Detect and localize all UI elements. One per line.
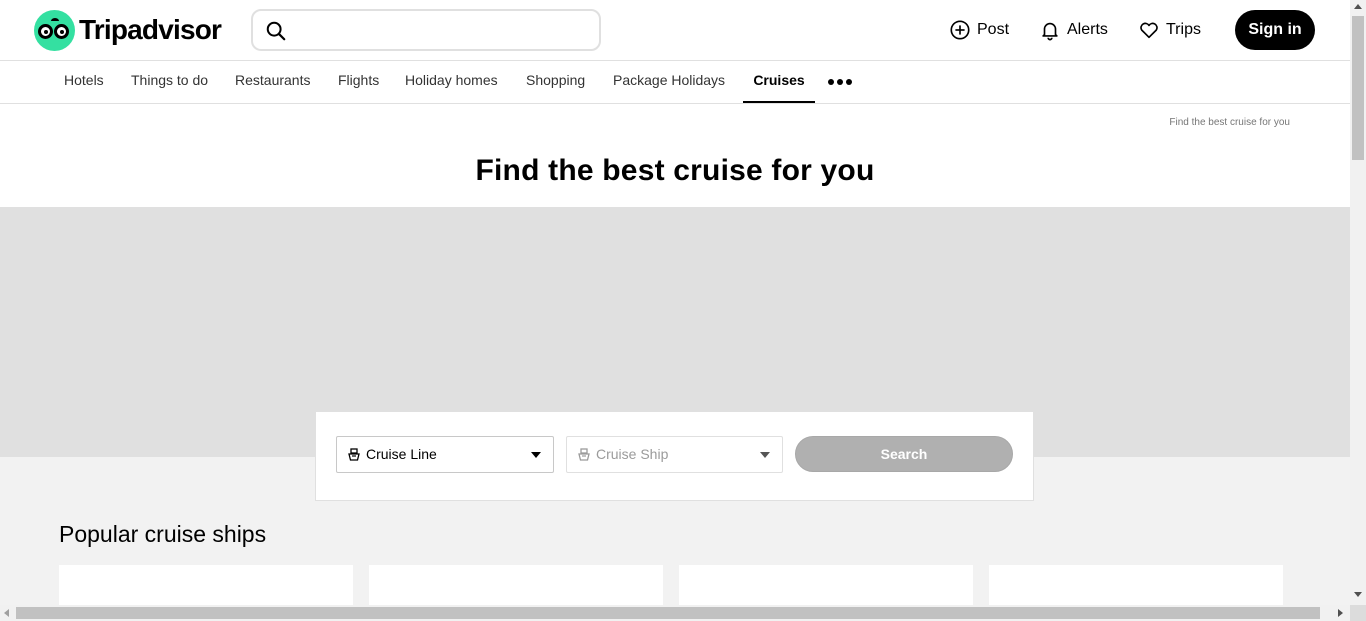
cruise-ship-card[interactable] — [59, 565, 353, 605]
alerts-label: Alerts — [1067, 21, 1108, 38]
cruise-search-card: Cruise Line Cruise Ship Search — [315, 411, 1034, 501]
vertical-scroll-thumb[interactable] — [1352, 16, 1364, 160]
post-button[interactable]: Post — [949, 18, 1009, 42]
more-options-icon[interactable] — [828, 79, 852, 85]
cruise-ship-label: Cruise Ship — [596, 446, 669, 462]
ship-icon — [578, 448, 590, 461]
search-button[interactable]: Search — [795, 436, 1013, 472]
cruise-line-label: Cruise Line — [366, 446, 437, 462]
chevron-down-icon — [760, 452, 770, 458]
top-header: Tripadvisor Post Alerts Trips Sign in — [0, 0, 1350, 61]
post-label: Post — [977, 21, 1010, 38]
cruise-ship-card[interactable] — [679, 565, 973, 605]
category-nav: Hotels Things to do Restaurants Flights … — [0, 61, 1350, 104]
cruise-ship-card[interactable] — [989, 565, 1283, 605]
cruise-ship-select[interactable]: Cruise Ship — [566, 436, 783, 473]
search-input[interactable] — [297, 17, 587, 43]
heart-icon — [1140, 22, 1158, 39]
scroll-left-arrow-icon[interactable] — [4, 609, 9, 617]
logo-text: Tripadvisor — [79, 14, 222, 45]
scroll-up-arrow-icon[interactable] — [1354, 4, 1362, 9]
trips-label: Trips — [1166, 21, 1201, 38]
sign-in-button[interactable]: Sign in — [1235, 10, 1315, 50]
cruise-ship-card[interactable] — [369, 565, 663, 605]
page-title: Find the best cruise for you — [475, 154, 875, 187]
title-section: Find the best cruise for you Find the be… — [0, 104, 1350, 207]
nav-item-things-to-do[interactable]: Things to do — [131, 61, 208, 103]
horizontal-scroll-thumb[interactable] — [16, 607, 1320, 619]
alerts-button[interactable]: Alerts — [1039, 18, 1108, 42]
bell-icon — [1042, 22, 1058, 41]
breadcrumb[interactable]: Find the best cruise for you — [1169, 117, 1290, 128]
tripadvisor-logo[interactable]: Tripadvisor — [34, 9, 222, 51]
trips-button[interactable]: Trips — [1138, 18, 1201, 42]
ship-icon — [348, 448, 360, 461]
search-icon — [266, 21, 286, 41]
nav-item-holiday-homes[interactable]: Holiday homes — [405, 61, 498, 103]
owl-logo-icon — [34, 9, 75, 51]
search-box[interactable] — [251, 9, 601, 51]
vertical-scrollbar[interactable] — [1350, 0, 1366, 605]
scrollbar-corner — [1350, 605, 1366, 621]
cruise-line-select[interactable]: Cruise Line — [336, 436, 554, 473]
scroll-right-arrow-icon[interactable] — [1338, 609, 1343, 617]
nav-item-shopping[interactable]: Shopping — [526, 61, 585, 103]
popular-cruise-ships-heading: Popular cruise ships — [59, 521, 267, 547]
scroll-down-arrow-icon[interactable] — [1354, 592, 1362, 597]
nav-item-hotels[interactable]: Hotels — [64, 61, 104, 103]
plus-circle-icon — [950, 20, 970, 40]
nav-item-flights[interactable]: Flights — [338, 61, 379, 103]
nav-item-restaurants[interactable]: Restaurants — [235, 61, 310, 103]
page: Tripadvisor Post Alerts Trips Sign in Ho… — [0, 0, 1350, 605]
chevron-down-icon — [531, 452, 541, 458]
nav-item-cruises[interactable]: Cruises — [743, 61, 815, 103]
horizontal-scrollbar[interactable] — [0, 605, 1350, 621]
nav-item-package-holidays[interactable]: Package Holidays — [613, 61, 725, 103]
